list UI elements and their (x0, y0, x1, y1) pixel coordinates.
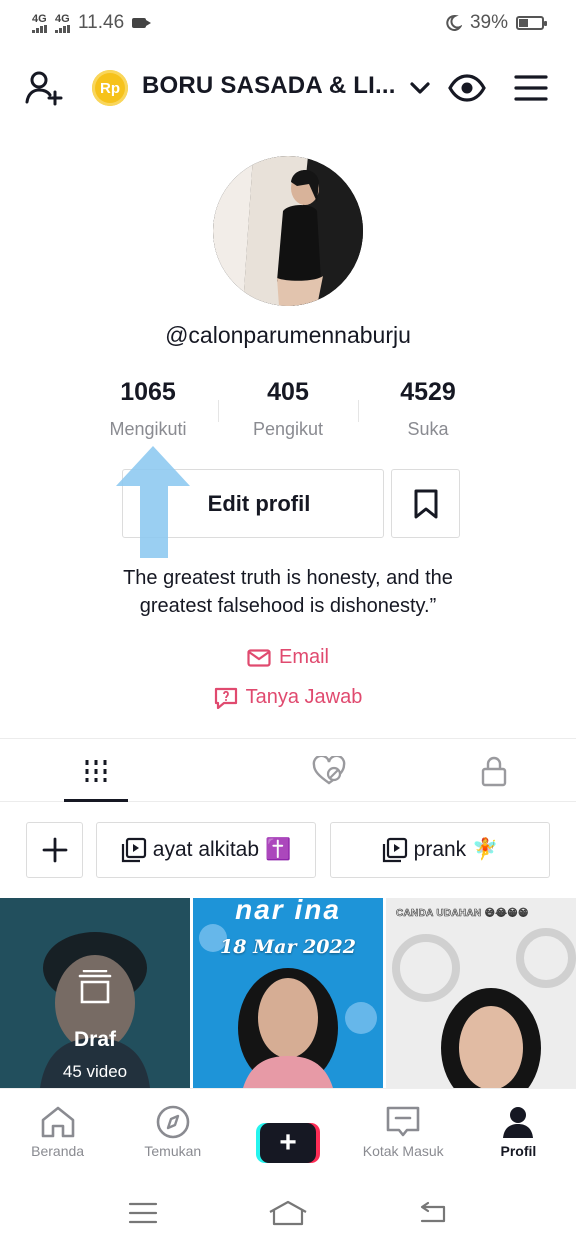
video-caption: CANDA UDAHAN 😅😂😁😁 (396, 908, 529, 920)
bio-line-1: The greatest truth is honesty, and the (123, 567, 453, 589)
avatar[interactable] (213, 156, 363, 306)
bio-line-2: greatest falsehood is dishonesty.” (139, 595, 437, 617)
system-nav-bar (0, 1178, 576, 1248)
lock-icon (481, 756, 506, 786)
nav-profile[interactable]: Profil (461, 1089, 576, 1176)
video-tile[interactable]: nar ina 18 Mar 2022 (193, 898, 383, 1088)
back-icon[interactable] (418, 1201, 448, 1225)
playlist-icon (382, 837, 407, 863)
nav-inbox[interactable]: Kotak Masuk (346, 1089, 461, 1176)
profile-stats: 1065 Mengikuti 405 Pengikut 4529 Suka (78, 378, 498, 440)
followers-count: 405 (267, 378, 309, 406)
battery-percent: 39% (469, 12, 508, 33)
stat-likes[interactable]: 4529 Suka (358, 378, 498, 440)
qa-link[interactable]: Tanya Jawab (0, 686, 576, 709)
playlist-label: ayat alkitab (152, 838, 260, 861)
hamburger-menu-icon[interactable] (514, 74, 548, 102)
favorites-button[interactable] (391, 469, 460, 538)
playlist-icon (121, 837, 146, 863)
battery-icon (516, 16, 547, 30)
chevron-down-icon[interactable] (408, 76, 432, 100)
arrow-annotation-icon (116, 446, 190, 558)
screen-record-icon (132, 18, 152, 28)
network-signal-icon: 4G (32, 12, 47, 33)
nav-home[interactable]: Beranda (0, 1089, 115, 1176)
email-link-label: Email (278, 646, 329, 668)
playlist-chip[interactable]: ayat alkitab ✝️ (96, 822, 316, 878)
content-tabs (0, 740, 576, 802)
draft-count: 45 video (62, 1062, 128, 1081)
recent-apps-icon[interactable] (128, 1201, 158, 1225)
plus-icon (42, 837, 67, 863)
divider (0, 738, 576, 739)
plus-icon: + (260, 1123, 316, 1163)
compass-icon (156, 1105, 190, 1139)
network-signal-icon-2: 4G (55, 12, 70, 33)
bookmark-icon (414, 489, 437, 518)
likes-label: Suka (407, 419, 449, 439)
network-type-1: 4G (32, 12, 47, 25)
inbox-icon (386, 1106, 420, 1137)
tab-private[interactable] (411, 740, 576, 801)
playlist-label: prank (413, 838, 467, 861)
followers-label: Pengikut (252, 419, 324, 439)
nav-home-label: Beranda (31, 1143, 85, 1159)
video-thumbnail (386, 898, 576, 1088)
create-button[interactable]: + (256, 1123, 320, 1163)
grid-icon (85, 759, 107, 782)
nav-profile-label: Profil (500, 1143, 537, 1159)
home-system-icon[interactable] (268, 1200, 308, 1226)
profile-bio: The greatest truth is honesty, and the g… (40, 564, 536, 620)
nav-create[interactable]: + (230, 1089, 345, 1176)
video-caption: nar ina (235, 898, 341, 925)
home-icon (41, 1106, 74, 1138)
eye-icon[interactable] (448, 70, 486, 106)
following-count: 1065 (120, 378, 176, 406)
video-tile[interactable]: CANDA UDAHAN 😅😂😁😁 (386, 898, 576, 1088)
envelope-icon (247, 648, 271, 667)
video-date: 18 Mar 2022 (220, 936, 356, 958)
nav-discover-label: Temukan (144, 1143, 202, 1159)
video-thumbnail (193, 898, 383, 1088)
nav-inbox-label: Kotak Masuk (362, 1143, 444, 1159)
playlist-chip[interactable]: prank 🧚 (330, 822, 550, 878)
coin-icon[interactable]: Rp (92, 70, 128, 106)
bottom-nav: Beranda Temukan + Kotak Masuk Profil (0, 1088, 576, 1176)
network-type-2: 4G (55, 12, 70, 25)
add-user-icon[interactable] (24, 68, 64, 108)
email-link[interactable]: Email (0, 646, 576, 669)
stat-followers[interactable]: 405 Pengikut (218, 378, 358, 440)
playlist-emoji: ✝️ (265, 838, 292, 861)
status-bar: 4G 4G 11.46 39% (0, 0, 576, 46)
draft-video-tile[interactable]: Draf 45 video (0, 898, 190, 1088)
question-chat-icon (214, 687, 237, 709)
playlist-emoji: 🧚 (472, 838, 499, 861)
draft-folder-icon (78, 970, 112, 1004)
account-switcher-title[interactable]: BORU SASADA & LI... (142, 72, 396, 100)
following-label: Mengikuti (109, 419, 187, 439)
profile-header: Rp BORU SASADA & LI... (0, 60, 576, 116)
username: @calonparumennaburju (165, 322, 411, 348)
likes-count: 4529 (400, 378, 456, 406)
video-grid: Draf 45 video nar ina 18 Mar 2022 CANDA … (0, 898, 576, 1088)
moon-icon (446, 14, 462, 31)
profile-icon (503, 1107, 534, 1138)
qa-link-label: Tanya Jawab (245, 686, 363, 708)
status-time: 11.46 (78, 12, 125, 33)
stat-following[interactable]: 1065 Mengikuti (78, 378, 218, 440)
tab-liked[interactable] (247, 740, 412, 801)
add-playlist-button[interactable] (26, 822, 83, 878)
nav-discover[interactable]: Temukan (115, 1089, 230, 1176)
draft-label: Draf (73, 1028, 116, 1051)
liked-heart-icon (312, 755, 346, 784)
tab-videos[interactable] (0, 740, 247, 802)
